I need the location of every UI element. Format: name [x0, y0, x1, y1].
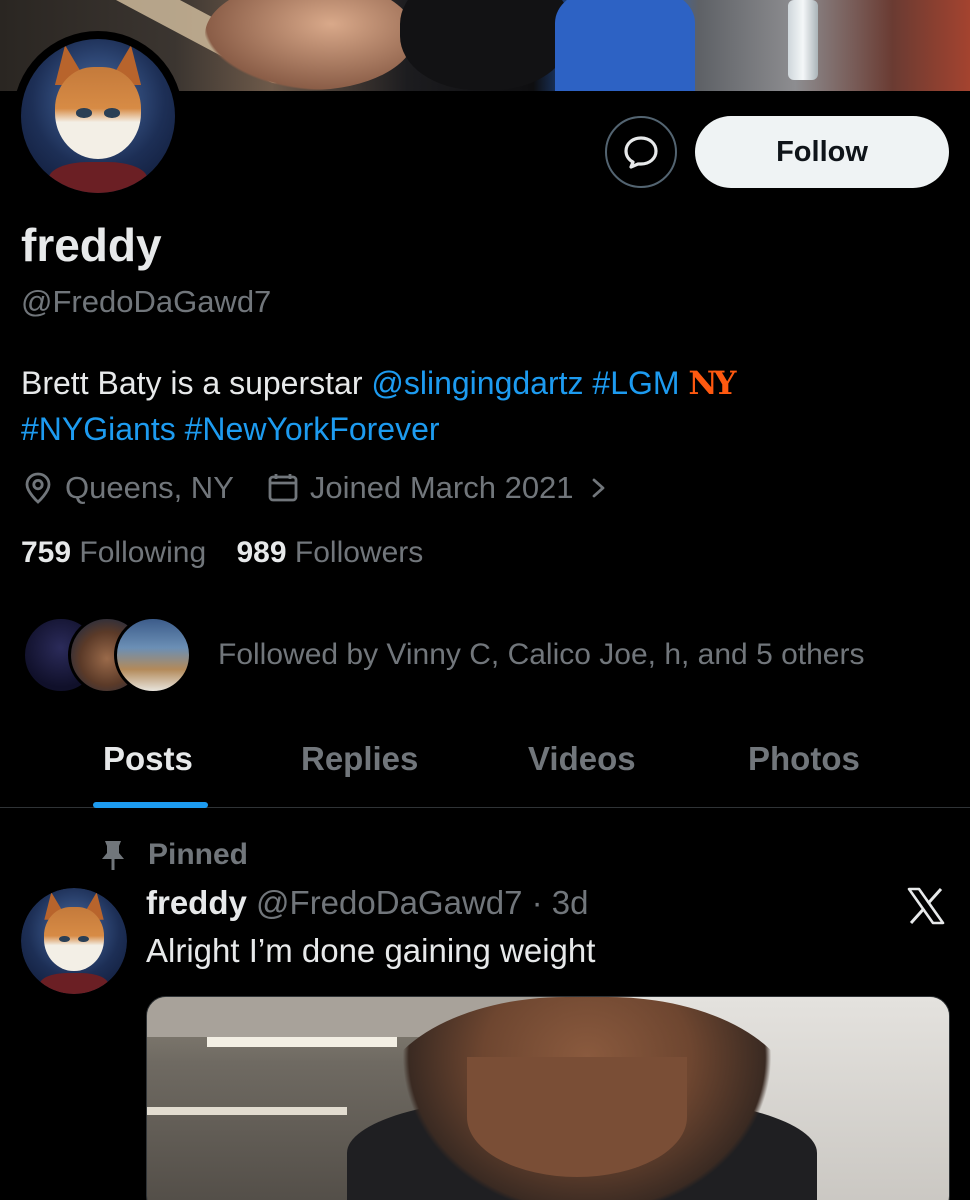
- post-header: freddy @FredoDaGawd7 · 3d: [146, 884, 589, 922]
- post-handle-time[interactable]: @FredoDaGawd7 · 3d: [256, 884, 588, 921]
- followers-count: 989: [236, 536, 287, 569]
- bio-text: Brett Baty is a superstar: [21, 365, 372, 401]
- calendar-icon: [268, 474, 298, 502]
- following-count: 759: [21, 536, 72, 569]
- bio-hashtag-newyorkforever[interactable]: #NewYorkForever: [185, 411, 440, 447]
- profile-joined[interactable]: Joined March 2021: [266, 470, 612, 506]
- chevron-right-icon: [592, 478, 604, 498]
- profile-name: freddy: [21, 219, 162, 271]
- follower-avatar: [114, 616, 192, 694]
- active-tab-indicator: [93, 802, 208, 808]
- bio-hashtag-nygiants[interactable]: #NYGiants: [21, 411, 176, 447]
- followers-label: Followers: [294, 536, 424, 569]
- profile-avatar[interactable]: [13, 31, 183, 201]
- tab-photos[interactable]: Photos: [748, 740, 860, 778]
- tab-videos[interactable]: Videos: [528, 740, 636, 778]
- bio-hashtag-lgm[interactable]: #LGM: [592, 365, 679, 401]
- bio-mention-link[interactable]: @slingingdartz: [371, 365, 583, 401]
- followed-by-text: Followed by Vinny C, Calico Joe, h, and …: [218, 638, 865, 671]
- location-pin-icon: [25, 472, 51, 504]
- profile-bio: Brett Baty is a superstar @slingingdartz…: [21, 360, 951, 452]
- message-icon: [624, 136, 658, 169]
- following-link[interactable]: 759 Following: [21, 536, 206, 569]
- profile-location: Queens, NY: [21, 470, 234, 506]
- post-text: Alright I’m done gaining weight: [146, 932, 596, 969]
- x-logo-icon: [907, 887, 945, 925]
- post-author-name[interactable]: freddy: [146, 884, 247, 921]
- post-author-avatar[interactable]: [21, 888, 127, 994]
- tab-replies[interactable]: Replies: [301, 740, 418, 778]
- message-button[interactable]: [605, 116, 677, 188]
- following-label: Following: [79, 536, 207, 569]
- pin-icon: [102, 841, 124, 870]
- followed-by-row[interactable]: Followed by Vinny C, Calico Joe, h, and …: [22, 616, 864, 694]
- tab-posts[interactable]: Posts: [103, 740, 193, 778]
- mets-logo-icon: NY: [688, 364, 736, 402]
- profile-handle: @FredoDaGawd7: [21, 284, 272, 319]
- pinned-label: Pinned: [148, 838, 249, 871]
- profile-meta: Queens, NY Joined March 2021: [21, 470, 644, 506]
- location-text: Queens, NY: [65, 470, 234, 505]
- joined-text: Joined March 2021: [309, 470, 574, 505]
- follow-button[interactable]: Follow: [695, 116, 949, 188]
- pinned-indicator: Pinned: [100, 838, 248, 872]
- followers-link[interactable]: 989 Followers: [236, 536, 423, 569]
- follow-counts: 759 Following 989 Followers: [21, 536, 423, 570]
- profile-tabs: Posts Replies Videos Photos: [0, 726, 970, 808]
- post-media-image[interactable]: [146, 996, 950, 1200]
